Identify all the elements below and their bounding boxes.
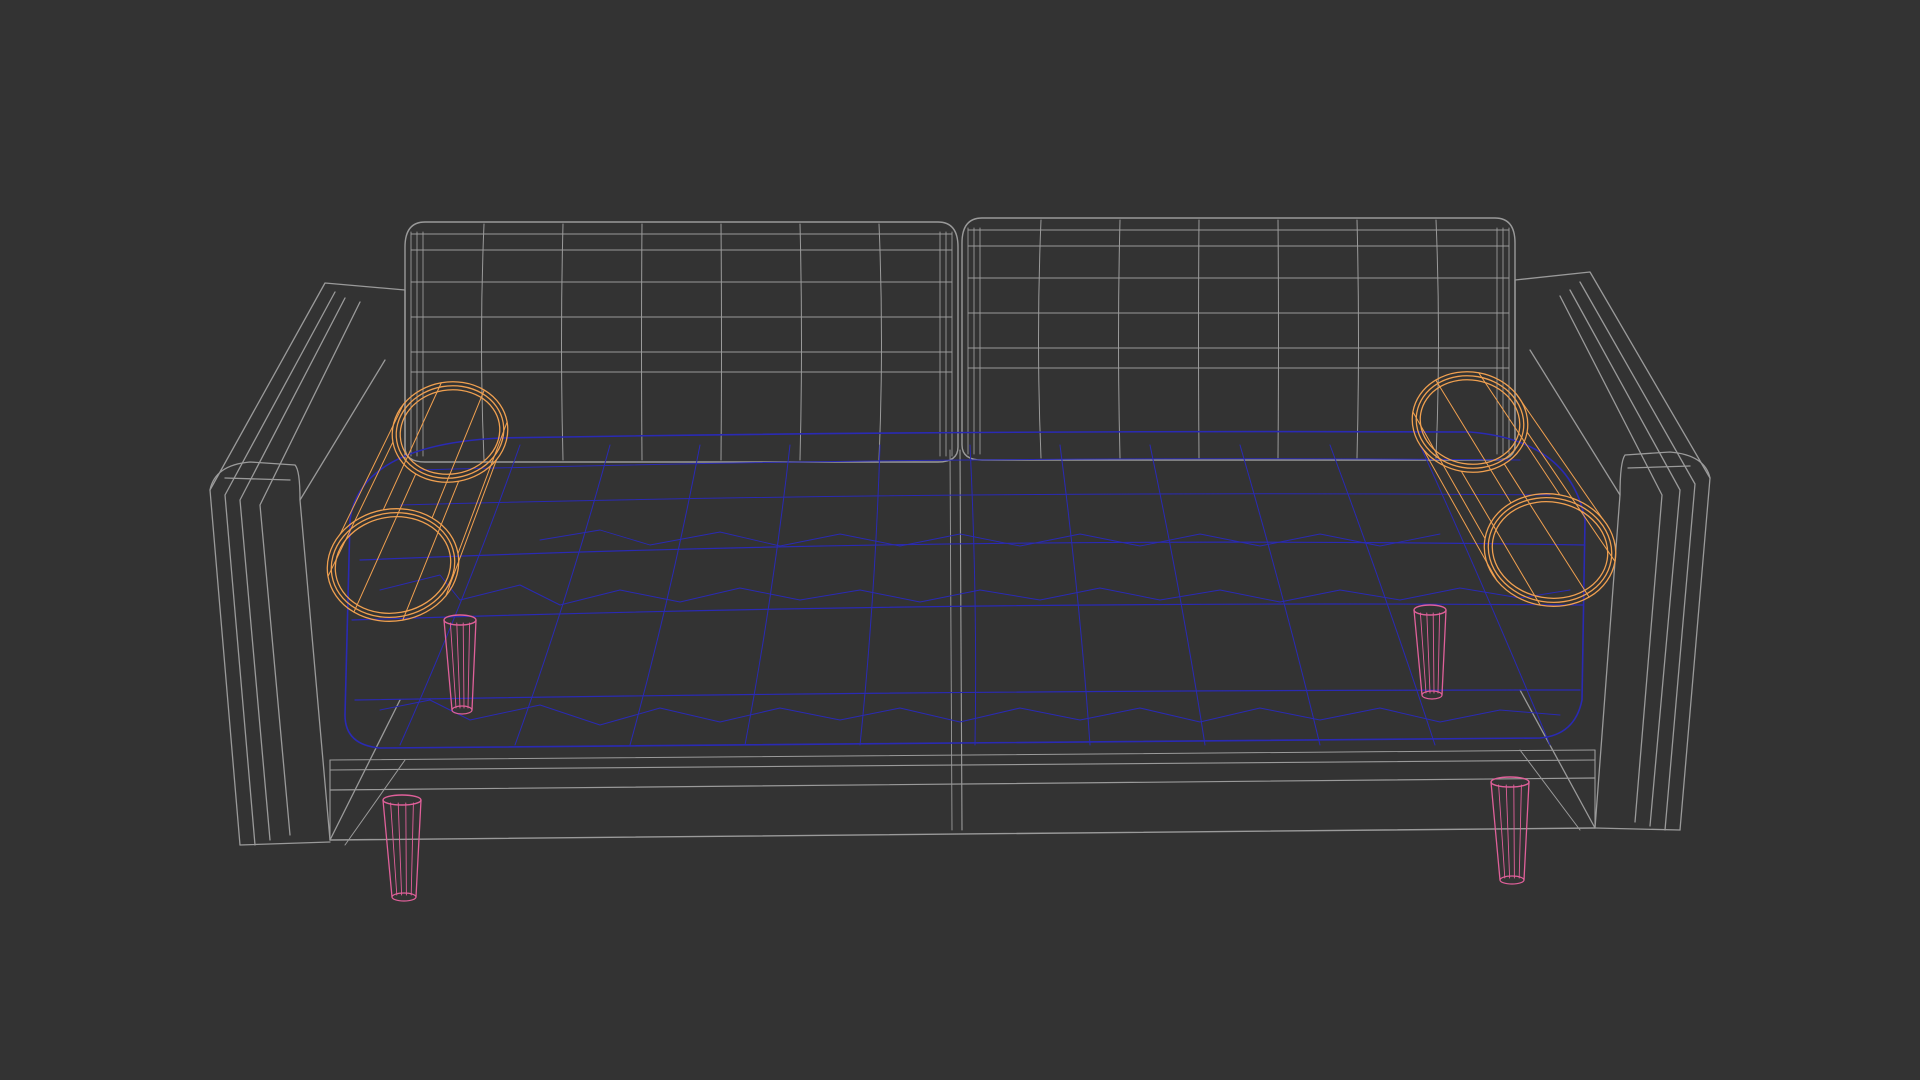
backrest-cushion-right — [961, 217, 1516, 461]
leg-back-left — [443, 614, 477, 715]
seat-cushion — [344, 430, 1586, 749]
armrest-right — [1514, 271, 1711, 831]
backrest-cushion-left — [404, 221, 959, 463]
base-frame — [329, 449, 1596, 846]
sofa-legs — [382, 604, 1530, 902]
leg-back-right — [1413, 604, 1447, 700]
3d-viewport[interactable] — [0, 0, 1920, 1080]
sofa-wireframe-scene — [209, 217, 1711, 902]
leg-front-right — [1490, 776, 1530, 885]
leg-front-left — [382, 794, 422, 902]
